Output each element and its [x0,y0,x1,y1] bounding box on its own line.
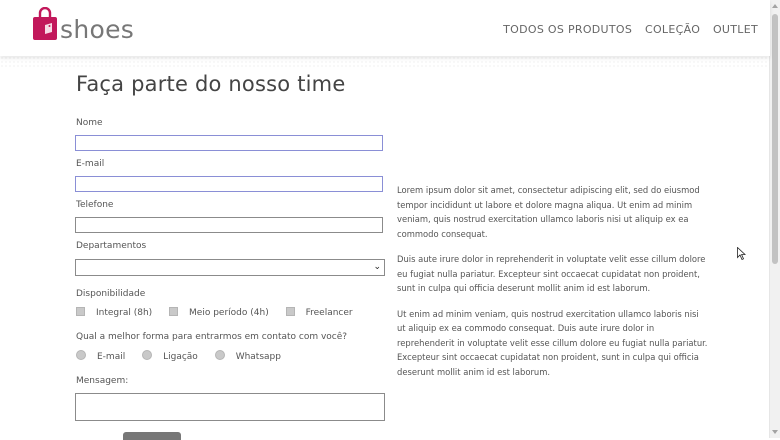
contact-whatsapp-label: Whatsapp [235,352,281,362]
main-nav: TODOS OS PRODUTOS COLEÇÃO OUTLET [494,23,758,36]
availability-freelancer-label: Freelancer [305,308,353,318]
availability-label: Disponibilidade [76,289,146,299]
nav-colecao[interactable]: COLEÇÃO [645,23,700,36]
department-select[interactable]: ⌄ [75,259,385,276]
side-paragraph: Ut enim ad minim veniam, quis nostrud ex… [397,308,708,377]
site-header: shoes TODOS OS PRODUTOS COLEÇÃO OUTLET [0,0,770,56]
nav-todos-os-produtos[interactable]: TODOS OS PRODUTOS [503,23,632,36]
side-paragraph: Lorem ipsum dolor sit amet, consectetur … [397,185,700,239]
side-text: Lorem ipsum dolor sit amet, consectetur … [397,183,709,390]
department-label: Departamentos [76,241,147,251]
availability-freelancer[interactable]: Freelancer [285,307,353,318]
checkbox[interactable] [76,307,85,316]
message-label: Mensagem: [76,376,129,386]
header-shadow-band [0,56,770,68]
name-field[interactable] [75,135,383,151]
checkbox[interactable] [169,307,179,316]
submit-button[interactable] [123,432,181,440]
radio-button[interactable] [214,350,225,360]
name-label: Nome [76,118,103,128]
contact-ligacao[interactable]: Ligação [142,350,198,362]
checkbox[interactable] [285,307,295,316]
contact-ligacao-label: Ligação [163,352,198,362]
nav-outlet[interactable]: OUTLET [713,23,758,36]
phone-field[interactable] [75,217,383,233]
chevron-down-icon: ⌄ [373,262,381,272]
contact-email-label: E-mail [97,352,126,362]
logo[interactable]: shoes [32,7,142,47]
availability-integral[interactable]: Integral (8h) [76,307,152,318]
brand-name: shoes [60,15,135,44]
message-field[interactable] [75,393,385,421]
page-scrollbar[interactable] [769,0,780,438]
side-paragraph: Duis aute irure dolor in reprehenderit i… [397,254,706,293]
shopping-bag-icon [33,7,57,40]
page-title: Faça parte do nosso time [76,72,346,96]
radio-button[interactable] [142,350,153,360]
radio-button[interactable] [76,350,86,360]
availability-integral-label: Integral (8h) [96,308,153,318]
availability-meio-periodo-label: Meio período (4h) [189,308,269,318]
scroll-down-icon[interactable] [772,430,778,434]
availability-meio-periodo[interactable]: Meio período (4h) [169,307,269,318]
email-field[interactable] [75,176,383,192]
availability-options: Integral (8h) Meio período (4h) Freelanc… [76,307,367,318]
mouse-pointer-icon [737,247,746,260]
email-label: E-mail [76,159,105,169]
contact-options: E-mail Ligação Whatsapp [76,350,295,362]
phone-label: Telefone [76,200,114,210]
contact-label: Qual a melhor forma para entrarmos em co… [76,332,348,342]
contact-whatsapp[interactable]: Whatsapp [214,350,281,362]
scrollbar-thumb[interactable] [772,14,778,264]
contact-email[interactable]: E-mail [76,350,125,362]
scroll-up-icon[interactable] [772,4,778,8]
